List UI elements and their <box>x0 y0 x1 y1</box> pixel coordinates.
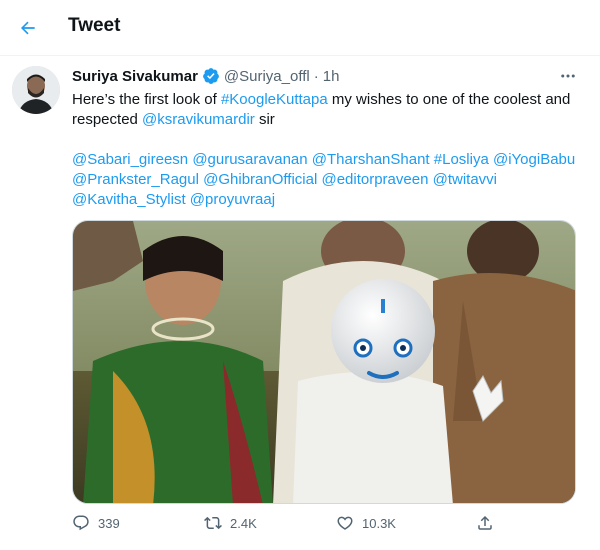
mention-link[interactable]: @Sabari_gireesn <box>72 151 188 168</box>
text-segment: my wishes to one of the coolest and <box>327 91 571 108</box>
mention-link[interactable]: @gurusaravanan <box>192 151 307 168</box>
verified-badge-icon <box>203 68 219 84</box>
reply-count: 339 <box>98 515 120 531</box>
author-handle[interactable]: @Suriya_offl <box>224 68 310 85</box>
tweet-time[interactable]: 1h <box>323 68 340 85</box>
retweet-button[interactable]: 2.4K <box>204 514 257 532</box>
mention-link[interactable]: @TharshanShant <box>312 151 430 168</box>
reply-button[interactable]: 339 <box>72 514 120 532</box>
like-button[interactable]: 10.3K <box>336 514 396 532</box>
reply-icon <box>73 515 89 531</box>
mention-link[interactable]: @Prankster_Ragul <box>72 171 199 188</box>
share-button[interactable] <box>476 514 502 532</box>
more-button[interactable] <box>556 64 580 88</box>
movie-poster-photo <box>73 221 575 503</box>
author-name[interactable]: Suriya Sivakumar <box>72 68 198 85</box>
mention-link[interactable]: @ksravikumardir <box>142 111 255 128</box>
page-header: Tweet <box>0 0 600 56</box>
retweet-icon <box>204 516 222 530</box>
arrow-left-icon <box>20 21 35 35</box>
avatar[interactable] <box>12 66 60 114</box>
page-title: Tweet <box>68 15 121 36</box>
more-horizontal-icon <box>561 74 575 78</box>
tweet-text: Here’s the first look of #KoogleKuttapa … <box>72 90 582 210</box>
like-count: 10.3K <box>362 515 396 531</box>
tweet-media-image[interactable] <box>72 220 576 504</box>
mention-link[interactable]: @proyuvraaj <box>190 191 275 208</box>
text-segment: sir <box>254 111 275 128</box>
hashtag-link[interactable]: #Losliya <box>434 151 489 168</box>
heart-icon <box>337 516 353 530</box>
mention-link[interactable]: @GhibranOfficial <box>203 171 317 188</box>
tweet-line-1: Here’s the first look of #KoogleKuttapa … <box>72 90 582 110</box>
back-button[interactable] <box>12 12 44 44</box>
tweet-line-2: respected @ksravikumardir sir <box>72 110 582 130</box>
tags-line-2: @Prankster_Ragul @GhibranOfficial @edito… <box>72 170 582 190</box>
text-segment: respected <box>72 111 143 128</box>
share-icon <box>478 515 492 530</box>
mention-link[interactable]: @twitavvi <box>433 171 497 188</box>
tags-line-3: @Kavitha_Stylist @proyuvraaj <box>72 190 582 210</box>
hashtag-link[interactable]: #KoogleKuttapa <box>221 91 328 108</box>
mention-link[interactable]: @editorpraveen <box>321 171 428 188</box>
mention-link[interactable]: @iYogiBabu <box>493 151 575 168</box>
mention-link[interactable]: @Kavitha_Stylist <box>72 191 186 208</box>
retweet-count: 2.4K <box>230 515 257 531</box>
author-line: Suriya Sivakumar @Suriya_offl · 1h <box>72 67 339 85</box>
text-segment: Here’s the first look of <box>72 91 221 108</box>
tweet-actions: 339 2.4K 10.3K <box>72 514 552 542</box>
separator-dot: · <box>313 67 319 85</box>
tags-line-1: @Sabari_gireesn @gurusaravanan @Tharshan… <box>72 150 582 170</box>
